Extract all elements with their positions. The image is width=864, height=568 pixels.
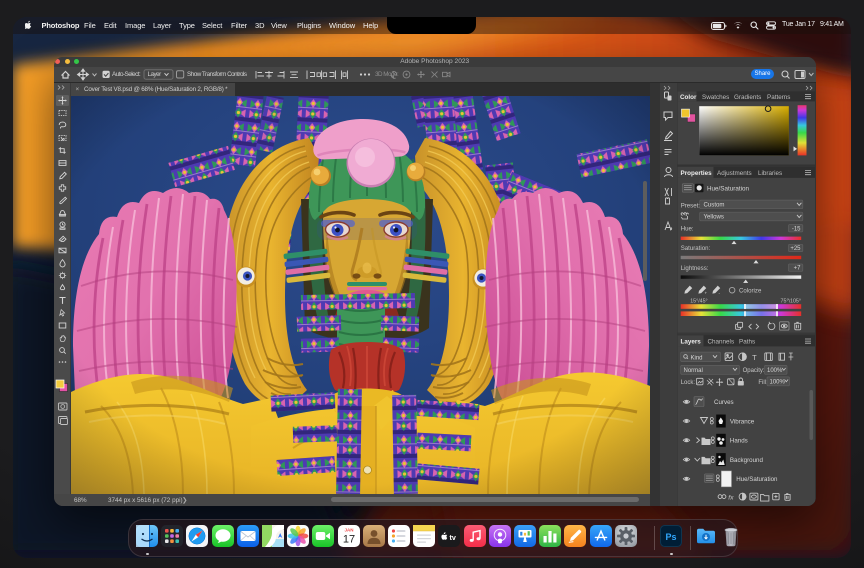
- svg-text:Lightness:: Lightness:: [681, 264, 709, 271]
- svg-text:Patterns: Patterns: [767, 93, 790, 100]
- svg-text:Curves: Curves: [714, 399, 734, 406]
- svg-text:Yellows: Yellows: [704, 213, 724, 220]
- svg-text:T: T: [752, 353, 757, 362]
- svg-text:+25: +25: [790, 246, 801, 252]
- svg-text:Channels: Channels: [708, 338, 735, 345]
- svg-text:Vibrance: Vibrance: [730, 418, 755, 425]
- svg-text:Lock:: Lock:: [681, 379, 696, 385]
- svg-text:Background: Background: [730, 456, 764, 463]
- svg-text:-15: -15: [792, 226, 801, 232]
- svg-text:fx: fx: [728, 494, 734, 501]
- svg-text:Swatches: Swatches: [702, 93, 729, 100]
- svg-text:17: 17: [342, 534, 354, 546]
- svg-text:Hands: Hands: [730, 437, 748, 444]
- svg-text:Layers: Layers: [681, 338, 702, 345]
- svg-text:Colorize: Colorize: [739, 287, 762, 294]
- svg-text:100%: 100%: [770, 379, 786, 385]
- svg-text:Hue/Saturation: Hue/Saturation: [736, 476, 778, 483]
- svg-text:Hue:: Hue:: [681, 225, 694, 232]
- svg-text:Adjustments: Adjustments: [717, 169, 752, 176]
- svg-text:Color: Color: [680, 93, 697, 100]
- svg-text:15°/45°: 15°/45°: [690, 298, 708, 304]
- svg-text:Preset:: Preset:: [681, 202, 701, 209]
- svg-text:JAN: JAN: [344, 528, 353, 533]
- svg-text:Opacity:: Opacity:: [743, 367, 765, 373]
- svg-text:Saturation:: Saturation:: [681, 245, 711, 252]
- svg-text:Hue/Saturation: Hue/Saturation: [707, 185, 750, 192]
- svg-text:+7: +7: [794, 265, 802, 271]
- svg-text:+: +: [705, 290, 708, 295]
- svg-text:Paths: Paths: [739, 338, 755, 345]
- svg-text:Fill:: Fill:: [758, 379, 768, 385]
- svg-text:Kind: Kind: [691, 355, 703, 361]
- svg-text:Normal: Normal: [684, 367, 703, 373]
- svg-text:Gradients: Gradients: [734, 93, 761, 100]
- svg-text:Ps: Ps: [665, 532, 676, 542]
- svg-text:Libraries: Libraries: [758, 169, 782, 176]
- svg-text:75°\105°: 75°\105°: [781, 298, 801, 304]
- svg-text:tv: tv: [450, 533, 456, 542]
- svg-text:100%: 100%: [767, 367, 783, 373]
- svg-text:Properties: Properties: [681, 169, 713, 176]
- svg-text:Custom: Custom: [704, 201, 725, 208]
